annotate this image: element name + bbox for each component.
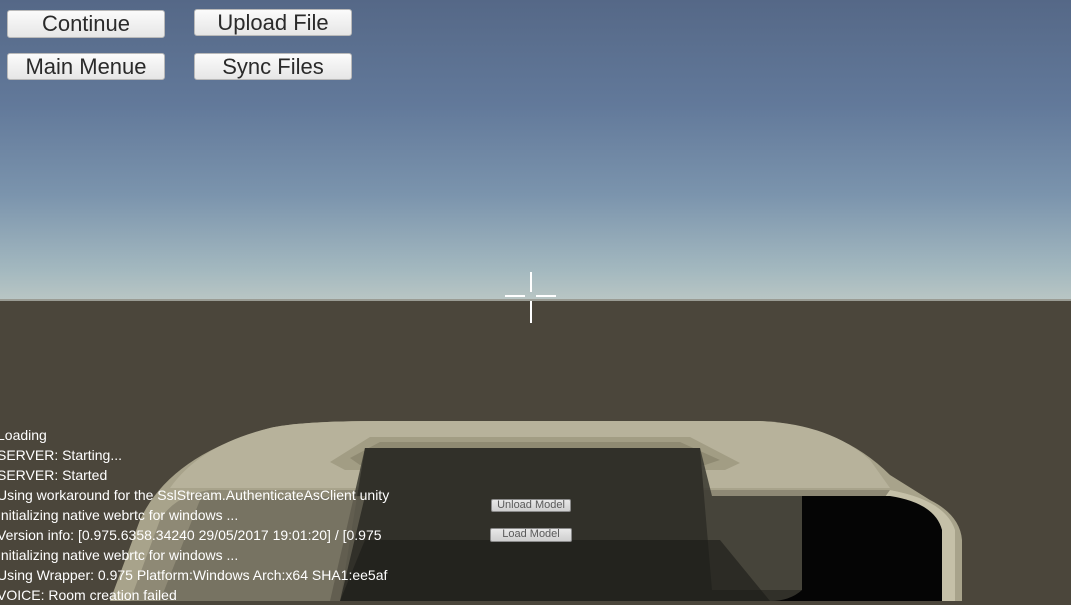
sync-files-button[interactable]: Sync Files [194,53,352,80]
load-model-button[interactable]: Load Model [490,528,572,542]
main-menu-button[interactable]: Main Menue [7,53,165,80]
console-log: Loading SERVER: Starting... SERVER: Star… [0,425,389,605]
log-line: Version info: [0.975.6358.34240 29/05/20… [0,527,382,543]
log-line: VOICE: Room creation failed [0,587,177,603]
log-line: Loading [0,427,47,443]
crosshair-icon [505,272,556,323]
log-line: Using workaround for the SslStream.Authe… [0,487,390,503]
upload-file-button[interactable]: Upload File [194,9,352,36]
log-line: SERVER: Starting... [0,447,123,463]
model-inner-shadow [340,540,770,601]
unload-model-button[interactable]: Unload Model [491,499,571,512]
continue-button[interactable]: Continue [7,10,165,38]
log-line: Initializing native webrtc for windows .… [0,507,239,523]
log-line: SERVER: Started [0,467,108,483]
log-line: Initializing native webrtc for windows .… [0,547,239,563]
log-line: Using Wrapper: 0.975 Platform:Windows Ar… [0,567,388,583]
